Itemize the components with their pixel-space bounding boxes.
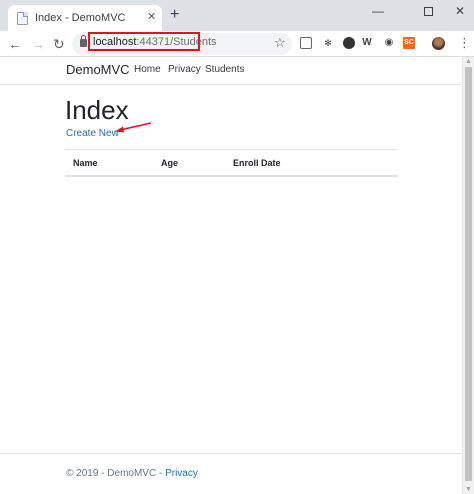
annotation-arrow bbox=[115, 122, 152, 133]
back-arrow-icon[interactable]: ← bbox=[8, 34, 22, 54]
extension-3-icon[interactable] bbox=[343, 37, 355, 49]
tab-close-icon[interactable]: ✕ bbox=[147, 10, 156, 24]
profile-avatar[interactable] bbox=[432, 37, 445, 50]
vertical-scrollbar[interactable]: ▲ ▼ bbox=[462, 57, 474, 494]
column-header-age: Age bbox=[161, 158, 179, 168]
three-dots-menu-icon[interactable]: ⋮ bbox=[458, 35, 471, 51]
table-header-row: Name Age Enroll Date bbox=[65, 150, 398, 177]
url-path: :44371/Students bbox=[136, 36, 217, 48]
nav-link-home[interactable]: Home bbox=[134, 64, 161, 75]
column-header-name: Name bbox=[73, 158, 98, 168]
browser-toolbar: ← → ↻ localhost:44371/Students ☆ ✻ W ◉ S… bbox=[0, 31, 474, 57]
nav-link-privacy[interactable]: Privacy bbox=[168, 64, 201, 75]
footer-copyright: © 2019 - DemoMVC - bbox=[66, 468, 166, 479]
scroll-up-icon[interactable]: ▲ bbox=[465, 58, 472, 65]
site-brand[interactable]: DemoMVC bbox=[66, 62, 130, 77]
students-table: Name Age Enroll Date bbox=[65, 149, 398, 177]
browser-title-bar: Index - DemoMVC ✕ + — ✕ bbox=[0, 0, 474, 31]
extension-5-icon[interactable]: ◉ bbox=[383, 37, 395, 49]
lock-icon[interactable] bbox=[80, 35, 87, 47]
address-bar[interactable]: localhost:44371/Students bbox=[72, 32, 292, 55]
footer-privacy-link[interactable]: Privacy bbox=[165, 468, 198, 479]
url-text[interactable]: localhost:44371/Students bbox=[93, 36, 217, 48]
browser-tab[interactable]: Index - DemoMVC ✕ bbox=[8, 5, 162, 31]
extension-4-icon[interactable]: W bbox=[361, 37, 373, 49]
reload-icon[interactable]: ↻ bbox=[53, 34, 65, 54]
close-window-icon[interactable]: ✕ bbox=[450, 3, 470, 19]
star-icon[interactable]: ☆ bbox=[274, 35, 286, 51]
column-header-enroll-date: Enroll Date bbox=[233, 158, 281, 168]
scroll-down-icon[interactable]: ▼ bbox=[465, 486, 472, 493]
site-footer: © 2019 - DemoMVC - Privacy bbox=[0, 453, 462, 494]
footer-text: © 2019 - DemoMVC - Privacy bbox=[66, 468, 198, 479]
new-tab-icon[interactable]: + bbox=[170, 6, 179, 24]
minimize-window-icon[interactable]: — bbox=[368, 3, 388, 19]
tab-title: Index - DemoMVC bbox=[35, 12, 126, 24]
site-navbar: DemoMVC Home Privacy Students bbox=[0, 57, 462, 85]
nav-link-students[interactable]: Students bbox=[205, 64, 244, 75]
extension-sc-icon[interactable]: SC bbox=[403, 37, 415, 49]
url-host: localhost bbox=[93, 36, 137, 48]
page-viewport: DemoMVC Home Privacy Students Index Crea… bbox=[0, 57, 474, 494]
page-favicon-icon bbox=[17, 12, 28, 25]
extension-1-icon[interactable] bbox=[300, 37, 312, 49]
forward-arrow-icon[interactable]: → bbox=[31, 34, 45, 54]
create-new-link[interactable]: Create New bbox=[66, 128, 119, 139]
extension-2-icon[interactable]: ✻ bbox=[322, 37, 334, 49]
maximize-window-icon[interactable] bbox=[418, 3, 438, 19]
scrollbar-thumb[interactable] bbox=[465, 67, 472, 481]
